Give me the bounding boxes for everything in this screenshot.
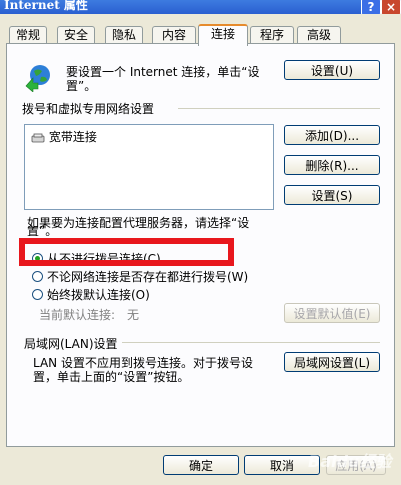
list-item[interactable]: 宽带连接 [31, 128, 97, 145]
tab-advanced[interactable]: 高级 [297, 26, 341, 43]
tab-privacy[interactable]: 隐私 [105, 26, 143, 43]
tab-connections[interactable]: 连接 [198, 24, 248, 46]
close-button[interactable]: × [381, 0, 401, 14]
connection-settings-button[interactable]: 设置(S) [284, 185, 380, 205]
title-bar: Internet 属性 ? × [0, 0, 401, 14]
dial-when-no-network-radio[interactable] [32, 271, 43, 282]
dialup-heading: 拨号和虚拟专用网络设置 [22, 102, 155, 116]
lan-divider [122, 342, 380, 343]
setup-text-line2: 置”。 [66, 79, 97, 93]
connection-name: 宽带连接 [48, 130, 97, 144]
always-dial-radio[interactable] [32, 289, 43, 300]
dial-when-no-network-label[interactable]: 不论网络连接是否存在都进行拨号(W) [47, 268, 248, 285]
default-connection-value: 无 [127, 308, 140, 322]
tab-security[interactable]: 安全 [57, 26, 95, 43]
lan-settings-button[interactable]: 局域网设置(L) [284, 352, 380, 372]
tab-content[interactable]: 内容 [152, 26, 196, 43]
tab-programs[interactable]: 程序 [250, 26, 294, 43]
highlight-annotation [19, 238, 234, 266]
always-dial-label[interactable]: 始终拨默认连接(O) [47, 286, 150, 303]
lan-heading: 局域网(LAN)设置 [24, 337, 118, 351]
broadband-connection-icon [31, 133, 45, 142]
dialup-divider [178, 108, 380, 109]
ok-button[interactable]: 确定 [163, 455, 239, 475]
default-connection-label: 当前默认连接: [39, 308, 116, 322]
set-default-button[interactable]: 设置默认值(E) [284, 303, 380, 323]
globe-icon [25, 65, 50, 92]
window-title: Internet 属性 [4, 0, 88, 12]
connection-list[interactable]: 宽带连接 [24, 124, 274, 210]
help-button[interactable]: ? [361, 0, 381, 14]
add-connection-button[interactable]: 添加(D)... [284, 125, 380, 145]
tab-general[interactable]: 常规 [9, 26, 47, 43]
setup-button[interactable]: 设置(U) [284, 60, 380, 80]
proxy-hint-line2: 置”。 [27, 226, 58, 236]
apply-button[interactable]: 应用(A) [326, 455, 386, 475]
delete-connection-button[interactable]: 删除(R)... [284, 155, 380, 175]
cancel-button[interactable]: 取消 [244, 455, 320, 475]
proxy-hint-line1: 如果要为连接配置代理服务器，请选择“设 [27, 216, 250, 230]
lan-text-line2: 置，单击上面的“设置”按钮。 [33, 370, 190, 384]
